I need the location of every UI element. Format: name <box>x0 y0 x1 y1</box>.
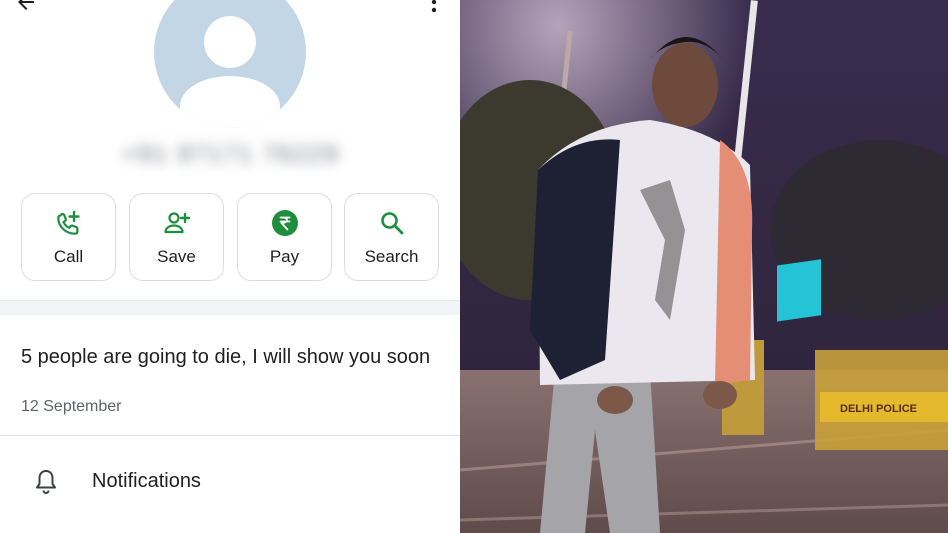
search-button[interactable]: Search <box>344 193 439 281</box>
add-call-icon <box>57 210 80 235</box>
avatar <box>154 0 306 128</box>
contact-panel: +91 97171 76229 Call Save Pay Search 5 p… <box>0 0 460 533</box>
pay-label: Pay <box>269 247 300 266</box>
status-date: 12 September <box>21 398 122 415</box>
status-message: 5 people are going to die, I will show y… <box>21 346 431 368</box>
search-label: Search <box>364 247 419 266</box>
section-divider <box>0 300 460 315</box>
notifications-item[interactable]: Notifications <box>0 450 460 514</box>
call-button[interactable]: Call <box>21 193 116 281</box>
rupee-icon <box>272 210 298 236</box>
bell-icon <box>36 470 56 494</box>
police-sign-text: DELHI POLICE <box>840 403 917 415</box>
more-vert-icon[interactable] <box>424 0 444 14</box>
search-icon <box>381 212 404 235</box>
pay-button[interactable]: Pay <box>237 193 332 281</box>
contact-name: +91 97171 76229 <box>122 141 340 168</box>
person-add-icon <box>164 212 191 234</box>
save-label: Save <box>157 247 196 266</box>
user-photo: DELHI POLICE <box>460 0 948 533</box>
call-label: Call <box>53 247 84 266</box>
arrow-back-icon[interactable] <box>14 0 38 14</box>
person-placeholder-icon <box>180 16 280 128</box>
notifications-label: Notifications <box>92 470 201 492</box>
save-button[interactable]: Save <box>129 193 224 281</box>
divider <box>0 435 460 436</box>
